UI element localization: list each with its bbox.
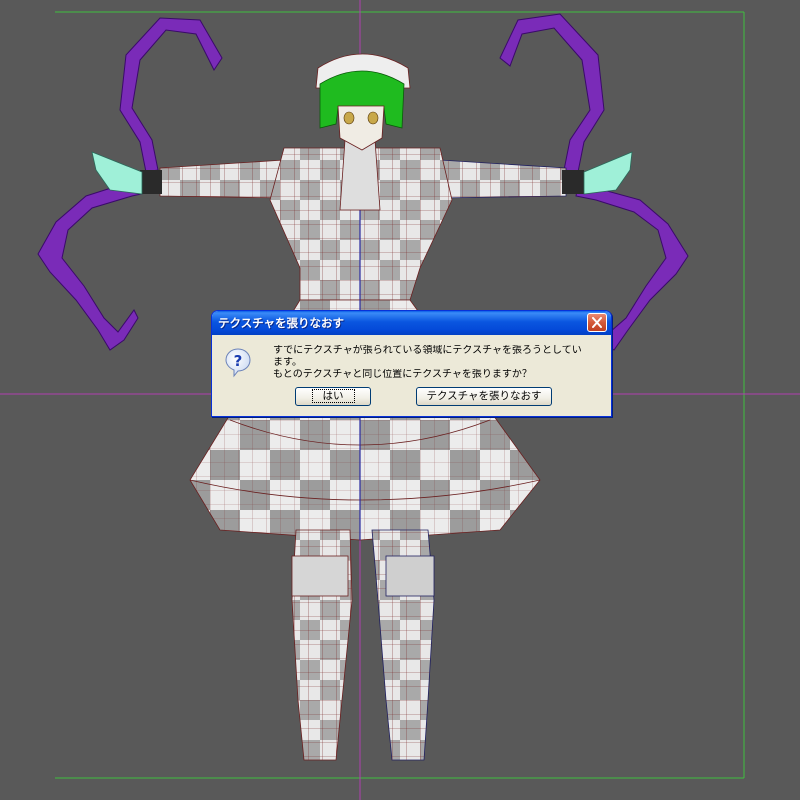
message-line-2: ます。 [273, 357, 302, 368]
retexture-button[interactable]: テクスチャを張りなおす [416, 387, 552, 406]
dialog-title: テクスチャを張りなおす [218, 316, 345, 330]
legs [291, 529, 435, 761]
svg-text:?: ? [234, 352, 243, 370]
torso [269, 139, 453, 301]
dialog-body: ? すでにテクスチャが張られている領域にテクスチャを張ろうとしてい ます。 もと… [215, 335, 608, 413]
close-icon [592, 317, 602, 328]
close-button[interactable] [587, 313, 607, 332]
dialog-message: すでにテクスチャが張られている領域にテクスチャを張ろうとしてい ます。 もとのテ… [273, 345, 593, 381]
dialog-titlebar[interactable]: テクスチャを張りなおす [212, 311, 611, 335]
head [315, 53, 411, 151]
question-icon: ? [225, 348, 251, 378]
message-line-1: すでにテクスチャが張られている領域にテクスチャを張ろうとしてい [273, 345, 582, 356]
message-line-3: もとのテクスチャと同じ位置にテクスチャを張りますか？ [273, 369, 532, 380]
yes-button-label: はい [311, 389, 355, 403]
retexture-dialog: テクスチャを張りなおす ? すでにテクスチャが張られている領域にテクスチャを張ろ… [211, 310, 612, 417]
yes-button[interactable]: はい [295, 387, 371, 406]
